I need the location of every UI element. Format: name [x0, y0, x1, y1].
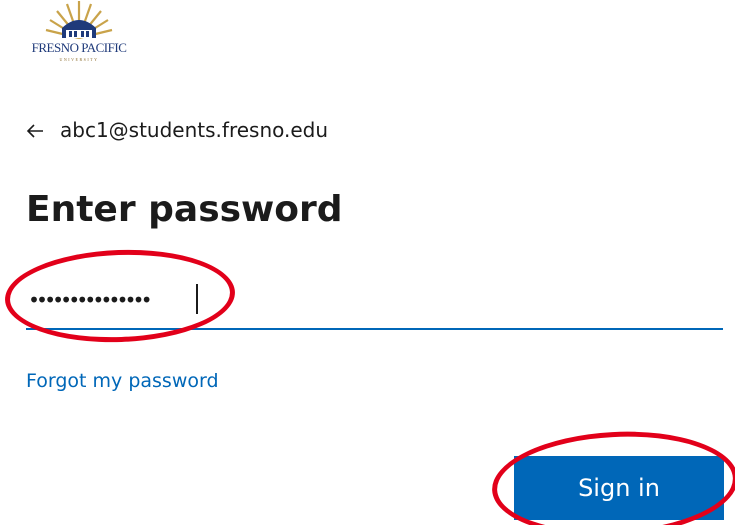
forgot-password-link[interactable]: Forgot my password — [26, 370, 219, 392]
page-title: Enter password — [26, 189, 343, 230]
text-caret — [196, 284, 198, 314]
identity-banner[interactable]: abc1@students.fresno.edu — [26, 115, 328, 145]
logo-wordmark: FRESNO PACIFIC — [31, 40, 127, 55]
university-logo: FRESNO PACIFIC UNIVERSITY — [14, 0, 144, 70]
account-email: abc1@students.fresno.edu — [60, 118, 329, 142]
sunburst-logo-icon — [45, 1, 113, 40]
sign-in-button[interactable]: Sign in — [514, 456, 724, 520]
back-arrow-icon[interactable] — [26, 121, 44, 139]
logo-subtitle: UNIVERSITY — [59, 57, 99, 62]
sign-in-page: FRESNO PACIFIC UNIVERSITY abc1@students.… — [0, 0, 735, 525]
password-input[interactable] — [26, 270, 723, 330]
password-field-wrapper: ••••••••••••••• — [26, 270, 723, 330]
